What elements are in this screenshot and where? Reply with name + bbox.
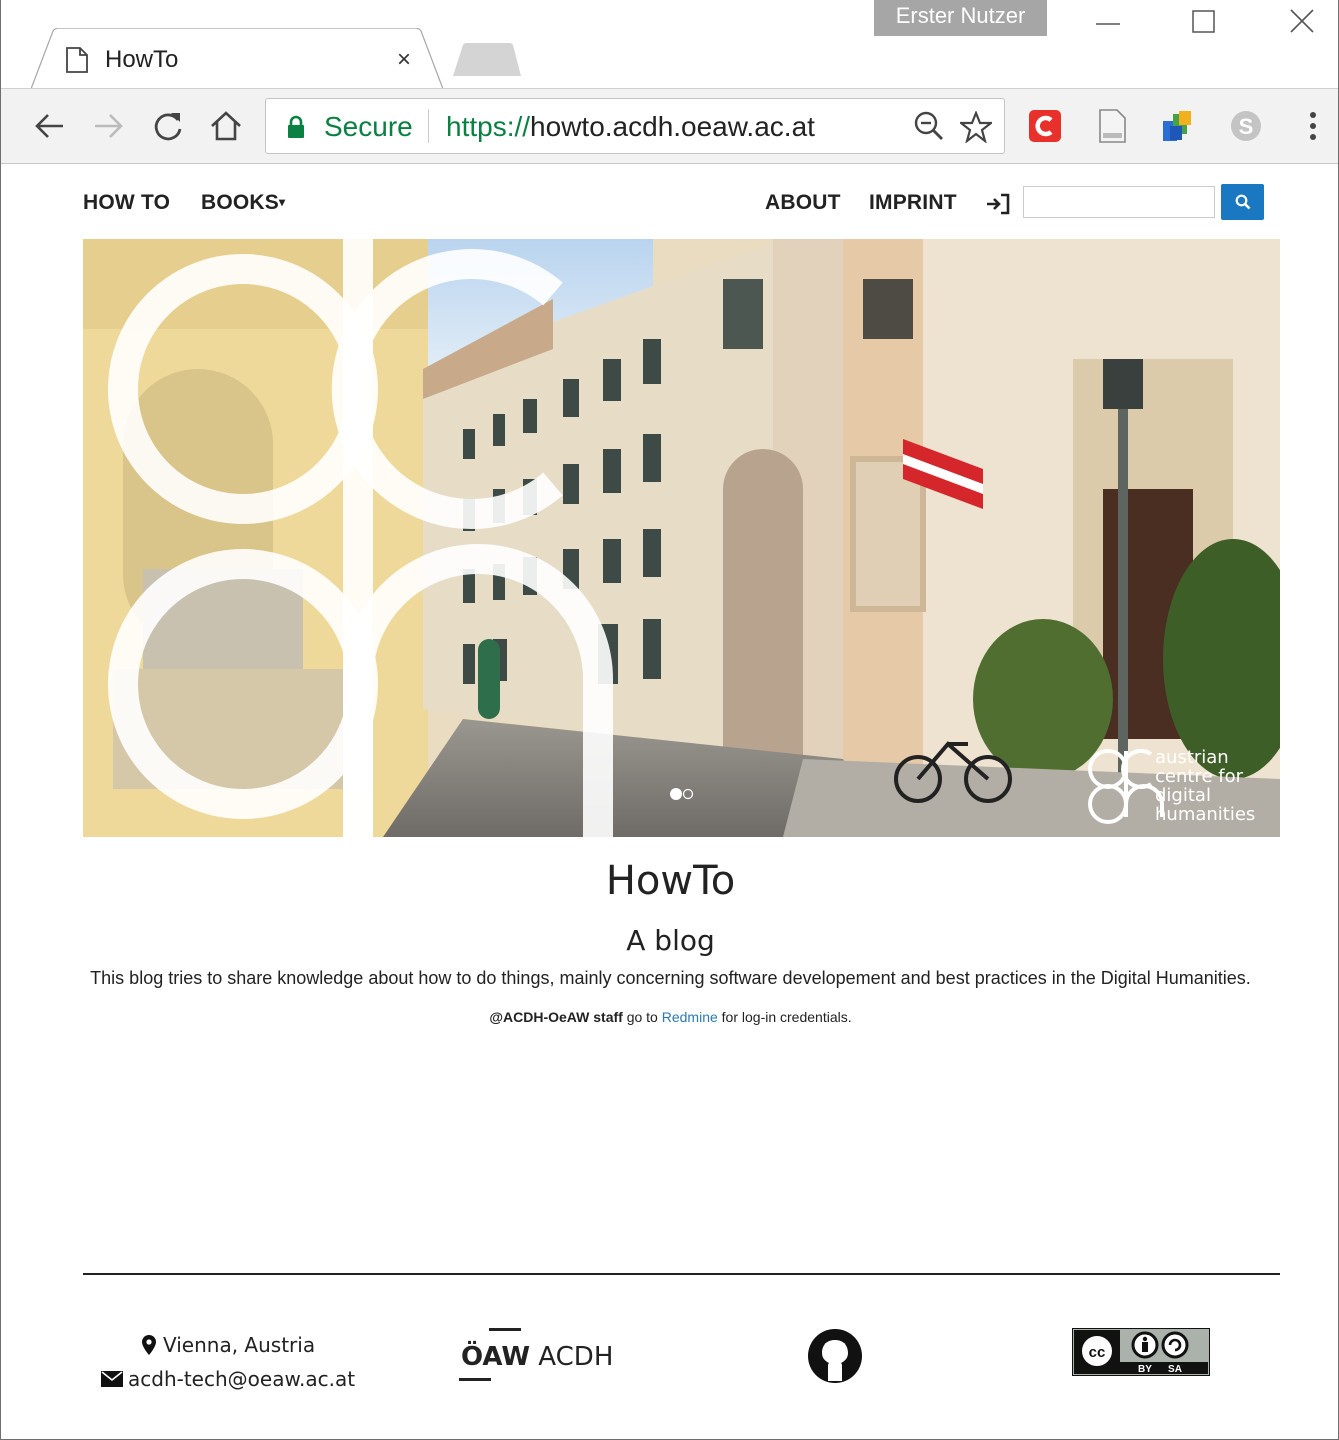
- oeaw-logo-bold: ÖAW: [461, 1342, 531, 1372]
- extension-c-icon[interactable]: [1028, 109, 1062, 143]
- hero-logo-line-2: centre for: [1155, 766, 1244, 787]
- nav-books-label: BOOKS: [201, 191, 280, 214]
- zoom-out-icon[interactable]: [914, 111, 944, 148]
- omnibox-divider: [428, 109, 429, 143]
- page-description: This blog tries to share knowledge about…: [90, 968, 1251, 988]
- logo-bar-top: [489, 1328, 521, 1331]
- carousel-indicators: [670, 788, 694, 800]
- svg-text:S: S: [1239, 114, 1254, 139]
- cc-sa-label: SA: [1168, 1364, 1182, 1375]
- browser-toolbar: Secure https://howto.acdh.oeaw.ac.at S: [1, 88, 1338, 164]
- page-title: HowTo: [605, 858, 736, 904]
- search-input[interactable]: [1023, 186, 1215, 218]
- footer-divider: [83, 1273, 1280, 1275]
- chevron-down-icon: ▾: [279, 195, 286, 209]
- map-marker-icon: [142, 1335, 156, 1355]
- carousel-dot-active[interactable]: [670, 788, 682, 800]
- staff-post: for log-in credentials.: [717, 1009, 852, 1025]
- envelope-icon: [101, 1371, 123, 1387]
- hero-carousel[interactable]: austrian centre for digital humanities: [83, 239, 1280, 837]
- page-subtitle: A blog: [626, 924, 715, 957]
- profile-button[interactable]: Erster Nutzer: [874, 0, 1047, 36]
- nav-about[interactable]: ABOUT: [765, 191, 841, 215]
- github-icon[interactable]: [807, 1328, 863, 1384]
- search-icon: [1235, 194, 1251, 210]
- browser-window: HowTo × Erster Nutzer Secure https://how…: [0, 0, 1339, 1440]
- url-host: howto.acdh.oeaw.ac.at: [530, 111, 815, 142]
- tab-close-icon[interactable]: ×: [397, 46, 411, 74]
- skype-icon[interactable]: S: [1229, 109, 1263, 143]
- staff-label: @ACDH-OeAW staff: [489, 1009, 623, 1025]
- nav-imprint[interactable]: IMPRINT: [869, 191, 957, 215]
- tab-strip: HowTo × Erster Nutzer: [1, 0, 1338, 90]
- star-icon[interactable]: [957, 110, 995, 148]
- cc-by-sa-license-icon[interactable]: cc BY SA: [1072, 1328, 1210, 1376]
- extension-puzzle-icon[interactable]: [1161, 109, 1195, 143]
- oeaw-logo-text: ÖAW ACDH: [461, 1342, 613, 1372]
- forward-arrow-icon[interactable]: [91, 109, 127, 145]
- site-navbar: HOW TO BOOKS▾ ABOUT IMPRINT: [1, 165, 1338, 239]
- svg-text:cc: cc: [1089, 1344, 1106, 1361]
- url-scheme: https://: [446, 111, 531, 142]
- close-icon[interactable]: [1289, 8, 1315, 41]
- login-icon[interactable]: [986, 193, 1012, 221]
- carousel-dot[interactable]: [682, 788, 694, 800]
- footer-email[interactable]: acdh-tech@oeaw.ac.at: [128, 1362, 355, 1396]
- reload-icon[interactable]: [151, 109, 187, 145]
- lock-icon: [286, 115, 306, 144]
- staff-pre: go to: [622, 1009, 662, 1025]
- page-icon: [65, 46, 89, 79]
- hero-logo-line-4: humanities: [1155, 804, 1255, 825]
- nav-howto[interactable]: HOW TO: [83, 191, 170, 215]
- home-icon[interactable]: [208, 109, 244, 145]
- maximize-icon[interactable]: [1191, 8, 1217, 41]
- footer-contact: Vienna, Austria acdh-tech@oeaw.ac.at: [101, 1328, 355, 1396]
- oeaw-acdh-logo[interactable]: ÖAW ACDH: [457, 1326, 613, 1386]
- hero-logo-line-3: digital: [1155, 785, 1211, 806]
- back-arrow-icon[interactable]: [33, 109, 69, 145]
- address-bar[interactable]: Secure https://howto.acdh.oeaw.ac.at: [265, 98, 1005, 154]
- oeaw-logo-rest: ACDH: [530, 1342, 614, 1372]
- tab-title: HowTo: [105, 46, 179, 73]
- redmine-link[interactable]: Redmine: [662, 1009, 718, 1025]
- tab-howto[interactable]: HowTo ×: [31, 28, 443, 90]
- footer-location: Vienna, Austria: [163, 1333, 316, 1357]
- hero-logo-line-1: austrian: [1155, 747, 1229, 768]
- nav-books-dropdown[interactable]: BOOKS▾: [201, 191, 285, 215]
- minimize-icon[interactable]: [1095, 4, 1121, 41]
- document-icon[interactable]: [1095, 109, 1129, 143]
- search-button[interactable]: [1221, 184, 1264, 220]
- hero-image: austrian centre for digital humanities: [83, 239, 1280, 837]
- secure-label: Secure: [324, 111, 413, 142]
- logo-bar-bottom: [459, 1378, 491, 1381]
- url-text: https://howto.acdh.oeaw.ac.at: [446, 111, 815, 143]
- cc-by-label: BY: [1138, 1364, 1152, 1375]
- menu-dots-icon[interactable]: [1303, 109, 1323, 143]
- staff-note: @ACDH-OeAW staff go to Redmine for log-i…: [1, 1009, 1338, 1025]
- new-tab-button[interactable]: [451, 42, 523, 78]
